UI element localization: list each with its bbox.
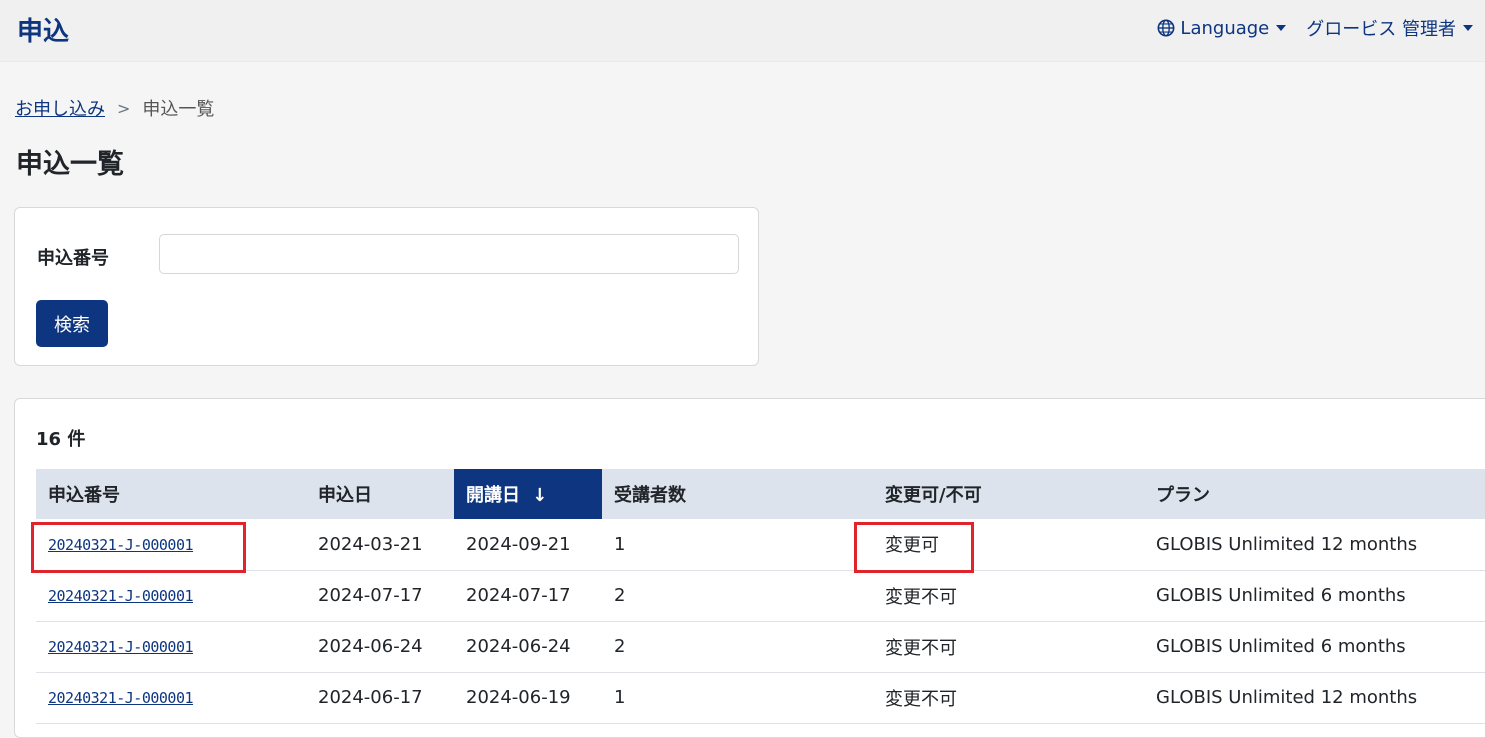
application-number-label: 申込番号: [37, 248, 109, 269]
column-header-application-number[interactable]: 申込番号: [36, 469, 306, 519]
table-row: 20240321-J-000001 2024-03-21 2024-09-21 …: [36, 519, 1485, 570]
application-number-link[interactable]: 20240321-J-000001: [48, 689, 194, 707]
column-header-applied-date[interactable]: 申込日: [306, 469, 454, 519]
applied-date-cell: 2024-06-24: [318, 636, 423, 657]
changeable-cell: 変更不可: [885, 637, 957, 659]
table-row: 20240321-J-000001 2024-07-17 2024-07-17 …: [36, 570, 1485, 621]
application-number-link[interactable]: 20240321-J-000001: [48, 587, 194, 605]
page-title: 申込一覧: [16, 149, 124, 180]
search-panel: 申込番号 検索: [14, 207, 759, 366]
start-date-cell: 2024-09-21: [466, 533, 571, 555]
applied-date-cell: 2024-06-17: [318, 687, 423, 708]
caret-down-icon: [1463, 25, 1473, 31]
brand-title[interactable]: 申込: [17, 11, 69, 48]
top-navbar: 申込 Language グロービス 管理者: [0, 0, 1485, 62]
plan-cell: GLOBIS Unlimited 12 months: [1156, 533, 1418, 555]
application-number-link[interactable]: 20240321-J-000001: [48, 536, 194, 554]
column-header-changeable[interactable]: 変更可/不可: [873, 469, 1144, 519]
column-header-start-date[interactable]: 開講日 ↓: [454, 469, 602, 519]
application-number-link[interactable]: 20240321-J-000001: [48, 638, 194, 656]
navbar-right: Language グロービス 管理者: [1157, 15, 1473, 41]
attendees-cell: 2: [614, 636, 626, 657]
language-label: Language: [1180, 17, 1270, 39]
start-date-cell: 2024-07-17: [466, 585, 571, 606]
column-header-plan[interactable]: プラン: [1144, 469, 1485, 519]
attendees-cell: 1: [614, 533, 626, 555]
applied-date-cell: 2024-03-21: [318, 533, 423, 555]
changeable-cell: 変更不可: [885, 586, 957, 608]
changeable-cell: 変更可: [885, 535, 939, 557]
start-date-header-label: 開講日: [466, 485, 520, 506]
breadcrumb-current: 申込一覧: [142, 99, 215, 120]
table-row: 20240321-J-000001 2024-06-17 2024-06-19 …: [36, 672, 1485, 723]
results-panel: 16 件 申込番号 申込日 開講日 ↓ 受講者数 変更可/不可 プラン 2024…: [14, 398, 1485, 738]
caret-down-icon: [1276, 25, 1287, 31]
start-date-cell: 2024-06-24: [466, 636, 571, 657]
plan-cell: GLOBIS Unlimited 6 months: [1156, 636, 1406, 657]
arrow-down-icon: ↓: [532, 485, 548, 506]
changeable-cell: 変更不可: [885, 688, 957, 710]
applications-table: 申込番号 申込日 開講日 ↓ 受講者数 変更可/不可 プラン 20240321-…: [36, 469, 1485, 724]
table-row: 20240321-J-000001 2024-06-24 2024-06-24 …: [36, 621, 1485, 672]
column-header-attendees[interactable]: 受講者数: [602, 469, 873, 519]
start-date-cell: 2024-06-19: [466, 687, 571, 708]
applied-date-cell: 2024-07-17: [318, 585, 423, 606]
plan-cell: GLOBIS Unlimited 6 months: [1156, 585, 1406, 606]
breadcrumb-separator: >: [117, 98, 131, 118]
application-number-input[interactable]: [159, 234, 739, 274]
user-name-label: グロービス 管理者: [1306, 19, 1456, 40]
breadcrumb: お申し込み > 申込一覧: [15, 95, 214, 121]
user-menu-dropdown[interactable]: グロービス 管理者: [1306, 15, 1473, 41]
attendees-cell: 1: [614, 687, 626, 708]
attendees-cell: 2: [614, 585, 626, 606]
result-count: 16 件: [36, 429, 86, 450]
plan-cell: GLOBIS Unlimited 12 months: [1156, 687, 1418, 708]
language-dropdown[interactable]: Language: [1157, 17, 1287, 39]
search-button[interactable]: 検索: [36, 300, 108, 347]
table-header-row: 申込番号 申込日 開講日 ↓ 受講者数 変更可/不可 プラン: [36, 469, 1485, 519]
globe-icon: [1157, 19, 1175, 37]
breadcrumb-link-applications[interactable]: お申し込み: [15, 95, 105, 121]
